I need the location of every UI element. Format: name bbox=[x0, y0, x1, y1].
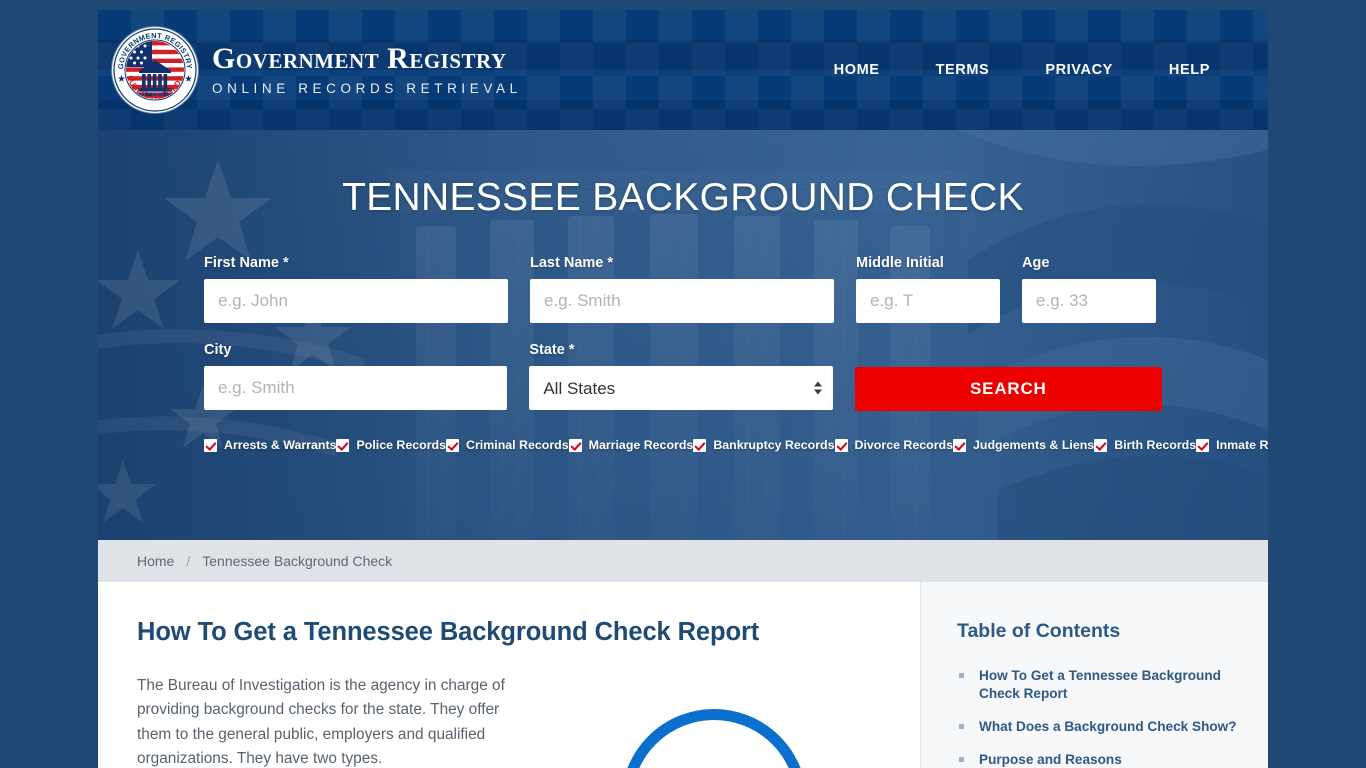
background-check-search-form: First Name * Last Name * Middle Initial … bbox=[204, 255, 1268, 457]
checkbox-judgements-liens[interactable]: Judgements & Liens bbox=[953, 433, 1094, 457]
checkbox-marriage-records[interactable]: Marriage Records bbox=[568, 433, 694, 457]
site-header: GOVERNMENT REGISTRY PUBLIC RECORDS Gover… bbox=[98, 10, 1268, 130]
list-item[interactable]: Purpose and Reasons bbox=[957, 751, 1238, 768]
blue-circle-graphic bbox=[621, 709, 807, 768]
checkmark-icon[interactable] bbox=[446, 438, 460, 452]
form-row-names: First Name * Last Name * Middle Initial … bbox=[204, 255, 1162, 323]
checkbox-criminal-records[interactable]: Criminal Records bbox=[446, 433, 569, 457]
label-first-name: First Name * bbox=[204, 255, 289, 271]
breadcrumb-current: Tennessee Background Check bbox=[202, 553, 393, 569]
checkbox-label: Police Records bbox=[356, 438, 447, 452]
list-item[interactable]: What Does a Background Check Show? bbox=[957, 718, 1238, 736]
field-state: State * All States bbox=[529, 342, 833, 411]
toc-link-1[interactable]: How To Get a Tennessee Background Check … bbox=[979, 668, 1221, 701]
search-button[interactable]: SEARCH bbox=[854, 367, 1163, 411]
checkmark-icon[interactable] bbox=[568, 438, 582, 452]
checkbox-label: Arrests & Warrants bbox=[224, 438, 337, 452]
toc-link-3[interactable]: Purpose and Reasons bbox=[979, 752, 1122, 767]
label-age: Age bbox=[1022, 255, 1050, 271]
checkbox-label: Marriage Records bbox=[588, 438, 694, 452]
checkmark-icon[interactable] bbox=[834, 438, 848, 452]
toc-heading: Table of Contents bbox=[957, 620, 1121, 642]
checkbox-police-records[interactable]: Police Records bbox=[336, 433, 446, 457]
toc-list: How To Get a Tennessee Background Check … bbox=[957, 667, 1238, 768]
checkbox-arrests-warrants[interactable]: Arrests & Warrants bbox=[204, 433, 336, 457]
toc-link-2[interactable]: What Does a Background Check Show? bbox=[979, 719, 1237, 734]
checkbox-label: Inmate Records bbox=[1216, 438, 1268, 452]
checkbox-label: Birth Records bbox=[1114, 438, 1197, 452]
checkmark-icon[interactable] bbox=[1094, 438, 1108, 452]
breadcrumb: Home / Tennessee Background Check bbox=[98, 540, 1268, 582]
site-logo-seal[interactable]: GOVERNMENT REGISTRY PUBLIC RECORDS bbox=[112, 27, 198, 113]
list-item[interactable]: How To Get a Tennessee Background Check … bbox=[957, 667, 1238, 703]
label-last-name: Last Name * bbox=[530, 255, 614, 271]
hero-search-section: TENNESSEE BACKGROUND CHECK First Name * … bbox=[98, 130, 1268, 540]
article-heading: How To Get a Tennessee Background Check … bbox=[137, 618, 760, 646]
page-title: TENNESSEE BACKGROUND CHECK bbox=[342, 176, 1024, 219]
page-container: GOVERNMENT REGISTRY PUBLIC RECORDS Gover… bbox=[98, 10, 1268, 768]
last-name-input[interactable] bbox=[530, 279, 834, 323]
middle-initial-input[interactable] bbox=[856, 279, 1000, 323]
city-input[interactable] bbox=[204, 366, 508, 410]
breadcrumb-separator: / bbox=[186, 553, 191, 569]
nav-link-privacy[interactable]: PRIVACY bbox=[1017, 54, 1141, 86]
breadcrumb-link-home[interactable]: Home bbox=[137, 553, 174, 569]
checkmark-icon[interactable] bbox=[693, 438, 707, 452]
checkbox-label: Bankruptcy Records bbox=[713, 438, 835, 452]
checkbox-label: Criminal Records bbox=[466, 438, 569, 452]
checkbox-label: Judgements & Liens bbox=[973, 438, 1095, 452]
nav-link-terms[interactable]: TERMS bbox=[908, 54, 1018, 86]
state-select[interactable]: All States bbox=[529, 366, 833, 410]
label-middle-initial: Middle Initial bbox=[856, 255, 944, 271]
checkmark-icon[interactable] bbox=[1196, 438, 1210, 452]
field-city: City bbox=[204, 342, 508, 411]
checkbox-label: Divorce Records bbox=[854, 438, 953, 452]
age-input[interactable] bbox=[1022, 279, 1156, 323]
label-state: State * bbox=[529, 342, 575, 358]
label-city: City bbox=[204, 342, 232, 358]
government-registry-seal-icon: GOVERNMENT REGISTRY PUBLIC RECORDS bbox=[113, 28, 197, 112]
field-first-name: First Name * bbox=[204, 255, 508, 323]
record-type-checkbox-group: Arrests & Warrants Police Records Crimin… bbox=[204, 433, 1268, 457]
brand-subtitle: ONLINE RECORDS RETRIEVAL bbox=[212, 81, 522, 97]
checkmark-icon[interactable] bbox=[953, 438, 966, 452]
field-middle-initial: Middle Initial bbox=[856, 255, 1000, 323]
main-content: How To Get a Tennessee Background Check … bbox=[98, 582, 1268, 768]
table-of-contents: Table of Contents How To Get a Tennessee… bbox=[920, 582, 1268, 768]
article-paragraph: The Bureau of Investigation is the agenc… bbox=[137, 677, 505, 767]
field-age: Age bbox=[1022, 255, 1156, 323]
nav-link-home[interactable]: HOME bbox=[806, 54, 908, 86]
checkmark-icon[interactable] bbox=[336, 438, 350, 452]
field-last-name: Last Name * bbox=[530, 255, 834, 323]
checkbox-bankruptcy-records[interactable]: Bankruptcy Records bbox=[693, 433, 835, 457]
main-navigation: HOME TERMS PRIVACY HELP bbox=[806, 54, 1238, 86]
nav-link-help[interactable]: HELP bbox=[1141, 54, 1238, 86]
checkbox-birth-records[interactable]: Birth Records bbox=[1094, 433, 1196, 457]
checkbox-divorce-records[interactable]: Divorce Records bbox=[834, 433, 953, 457]
form-row-location: City State * All States bbox=[204, 342, 1163, 411]
checkbox-inmate-records[interactable]: Inmate Records bbox=[1196, 433, 1268, 457]
first-name-input[interactable] bbox=[204, 279, 508, 323]
brand-block: Government Registry ONLINE RECORDS RETRI… bbox=[212, 44, 522, 96]
brand-title: Government Registry bbox=[212, 42, 507, 76]
article-column: How To Get a Tennessee Background Check … bbox=[98, 582, 920, 768]
checkmark-icon[interactable] bbox=[204, 438, 217, 452]
